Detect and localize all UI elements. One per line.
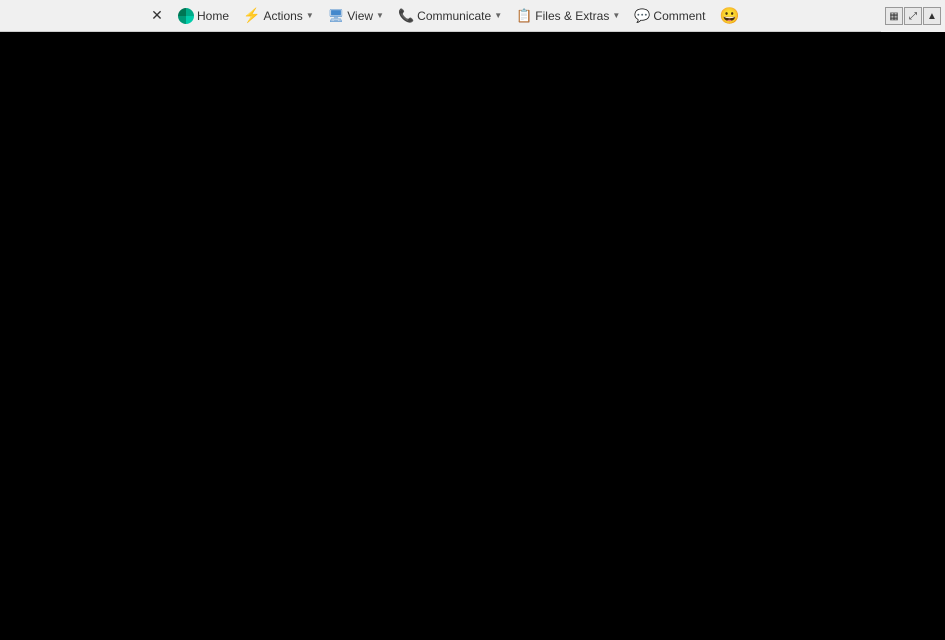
communicate-label: Communicate [417, 9, 491, 23]
files-extras-dropdown-arrow: ▼ [612, 11, 620, 20]
main-content-area [0, 32, 945, 640]
corner-controls: ▦ ⤢ ▲ [881, 0, 945, 32]
communicate-icon: 📞 [398, 8, 414, 24]
up-icon: ▲ [927, 11, 937, 22]
emoji-button[interactable]: 😀 [713, 3, 745, 29]
emoji-smiley-icon: 😀 [719, 6, 739, 26]
home-label: Home [197, 9, 229, 23]
view-dropdown-arrow: ▼ [376, 11, 384, 20]
home-icon [178, 8, 194, 24]
grid-icon: ▦ [889, 11, 898, 22]
files-extras-label: Files & Extras [535, 9, 609, 23]
comment-button[interactable]: 💬 Comment [628, 3, 711, 29]
files-extras-icon: 📋 [516, 8, 532, 24]
actions-label: Actions [263, 9, 302, 23]
actions-button[interactable]: ⚡ Actions ▼ [237, 3, 320, 29]
resize-icon: ⤢ [909, 11, 917, 22]
actions-dropdown-arrow: ▼ [306, 11, 314, 20]
communicate-button[interactable]: 📞 Communicate ▼ [392, 3, 508, 29]
collapse-button[interactable]: ▲ [923, 7, 941, 25]
close-button[interactable]: ✕ [144, 3, 170, 29]
main-toolbar: ✕ Home ⚡ Actions ▼ 🖥 View ▼ 📞 Communicat… [140, 0, 749, 32]
home-button[interactable]: Home [172, 3, 235, 29]
comment-label: Comment [653, 9, 705, 23]
view-label: View [347, 9, 373, 23]
files-extras-button[interactable]: 📋 Files & Extras ▼ [510, 3, 626, 29]
communicate-dropdown-arrow: ▼ [494, 11, 502, 20]
close-icon: ✕ [151, 7, 163, 24]
view-icon: 🖥 [328, 8, 345, 24]
grid-view-button[interactable]: ▦ [885, 7, 903, 25]
resize-button[interactable]: ⤢ [904, 7, 922, 25]
actions-icon: ⚡ [243, 7, 260, 24]
view-button[interactable]: 🖥 View ▼ [322, 3, 390, 29]
comment-icon: 💬 [634, 8, 650, 24]
